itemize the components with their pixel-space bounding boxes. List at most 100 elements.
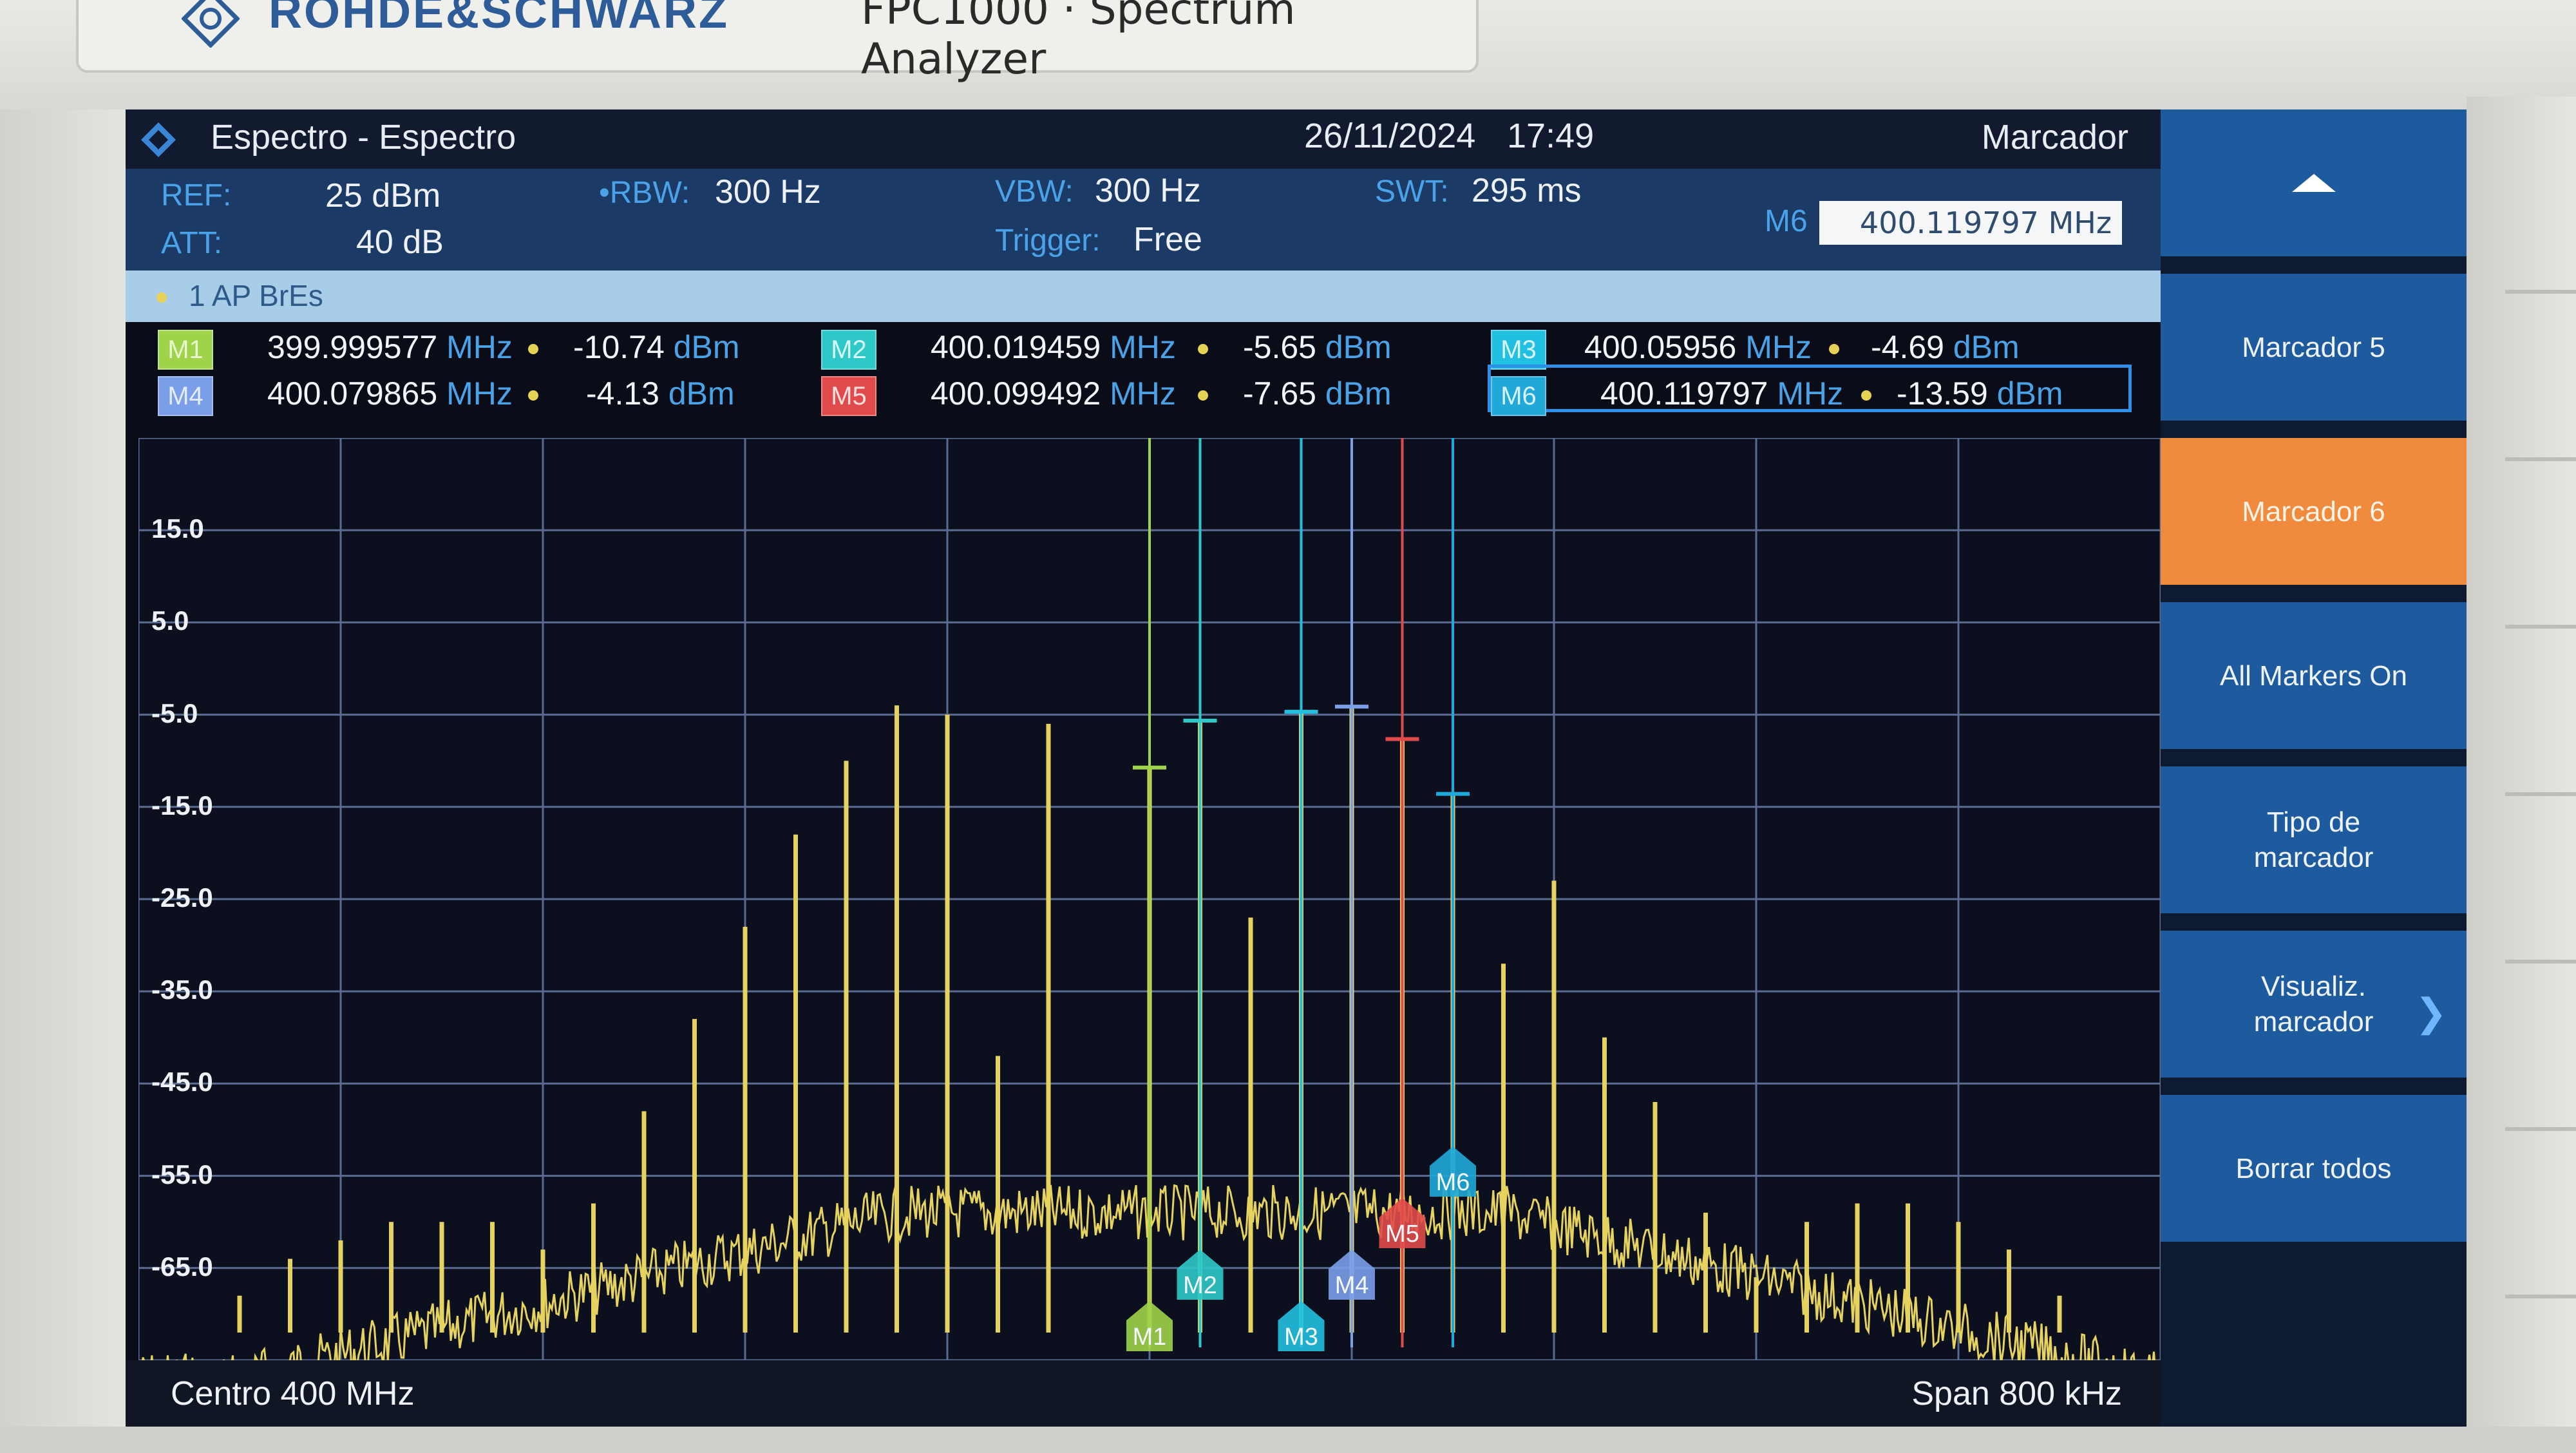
marker-level-value: -10.74 [573, 329, 665, 365]
bezel-ridge [2505, 625, 2576, 629]
marker-frequency: 400.019459 MHz [931, 328, 1176, 366]
level-unit: dBm [668, 375, 735, 412]
brand-plate: ROHDE&SCHWARZ FPC1000 · Spectrum Analyze… [76, 0, 1479, 84]
marker-level: -4.69 dBm [1871, 328, 2020, 366]
y-tick-label: -15.0 [151, 790, 213, 821]
marker-badge: M5 [821, 376, 876, 416]
marker-frequency: 400.05956 MHz [1584, 328, 1812, 366]
marker-table: M1 399.999577 MHz -10.74 dBm M2 400.0194… [126, 322, 2161, 425]
marker-badge: M4 [158, 376, 213, 416]
softkey-panel: Marcador 5 Marcador 6 All Markers On Tip… [2161, 109, 2467, 1427]
softkey-label: Tipo de marcador [2253, 806, 2374, 873]
marker-flag-label: M5 [1385, 1220, 1419, 1248]
frequency-unit: MHz [1110, 375, 1176, 412]
marker-frequency: 399.999577 MHz [267, 328, 513, 366]
sweep-time-value[interactable]: 295 ms [1472, 171, 1582, 210]
device-model: FPC1000 · Spectrum Analyzer [861, 0, 1296, 84]
ref-level-value[interactable]: 25 dBm [325, 176, 440, 215]
y-tick-label: -45.0 [151, 1067, 213, 1097]
marker-bullet [1861, 390, 1871, 401]
ref-label: REF: [161, 178, 232, 213]
y-tick-label: -55.0 [151, 1159, 213, 1190]
analyzer-screen: Espectro - Espectro 26/11/2024 17:49 Mar… [126, 109, 2467, 1427]
vbw-value[interactable]: 300 Hz [1095, 171, 1201, 210]
center-frequency-label[interactable]: Centro 400 MHz [171, 1374, 415, 1413]
marker-frequency-value: 400.119797 [1600, 375, 1768, 412]
marker-frequency-value: 400.05956 [1584, 329, 1737, 365]
marker-level-value: -7.65 [1243, 375, 1316, 412]
marker-frequency-input[interactable]: 400.119797 MHz [1819, 201, 2122, 245]
marker-flag-label: M4 [1335, 1272, 1369, 1299]
trigger-label: Trigger: [995, 223, 1101, 258]
marker-flag-label: M6 [1436, 1169, 1470, 1196]
rbw-value[interactable]: 300 Hz [715, 173, 821, 211]
chevron-up-icon [2291, 174, 2336, 192]
level-unit: dBm [1325, 375, 1392, 412]
bezel-ridge [2505, 1127, 2576, 1131]
y-tick-label: -5.0 [151, 698, 198, 728]
chevron-right-icon: ❯ [2414, 991, 2447, 1034]
trace-info-row: 1 AP BrEs [126, 271, 2161, 322]
trace-color-dot [156, 292, 167, 303]
marker-bullet [1198, 390, 1208, 401]
softkey-label: Visualiz. marcador [2253, 971, 2374, 1038]
softkey-all-markers-on[interactable]: All Markers On [2161, 602, 2467, 754]
instrument-bezel-left [0, 109, 126, 1453]
instrument-bezel-top: ROHDE&SCHWARZ FPC1000 · Spectrum Analyze… [0, 0, 2576, 109]
span-label[interactable]: Span 800 kHz [1911, 1374, 2122, 1413]
marker-level: -13.59 dBm [1897, 375, 2063, 412]
softkey-borrar-todos[interactable]: Borrar todos [2161, 1095, 2467, 1247]
marker-bullet [1198, 344, 1208, 354]
marker-frequency-value: 400.019459 [931, 329, 1101, 365]
marker-level-value: -4.69 [1871, 329, 1944, 365]
marker-frequency-value: 400.099492 [931, 375, 1101, 412]
marker-frequency-value: 399.999577 [267, 329, 438, 365]
bezel-ridge [2505, 290, 2576, 294]
y-tick-label: -35.0 [151, 974, 213, 1005]
level-unit: dBm [673, 329, 740, 365]
att-label: ATT: [161, 226, 223, 260]
softkey-label: Borrar todos [2235, 1152, 2392, 1184]
frequency-unit: MHz [1745, 329, 1812, 365]
marker-flag-label: M1 [1133, 1324, 1167, 1351]
y-tick-label: -65.0 [151, 1251, 213, 1282]
frequency-unit: MHz [1110, 329, 1176, 365]
attenuation-value[interactable]: 40 dB [356, 223, 444, 261]
spectrum-plot[interactable]: M1 M2 M3 M4 M5 M6 15.0 5.0 -5.0 -15.0 -25.0 -35.0 -… [138, 438, 2161, 1360]
instrument-bezel-right [2467, 97, 2576, 1453]
frequency-unit: MHz [446, 375, 513, 412]
level-unit: dBm [1953, 329, 2020, 365]
vbw-label: VBW: [995, 175, 1074, 209]
window-title: Espectro - Espectro [211, 118, 516, 157]
marker-level-value: -5.65 [1243, 329, 1316, 365]
measurement-parameters: REF: 25 dBm ATT: 40 dB •RBW: 300 Hz VBW:… [126, 169, 2161, 271]
marker-level: -5.65 dBm [1243, 328, 1392, 366]
date-display: 26/11/2024 [1304, 117, 1476, 155]
frequency-unit: MHz [446, 329, 513, 365]
marker-level: -10.74 dBm [573, 328, 740, 366]
plot-footer: Centro 400 MHz Span 800 kHz [126, 1360, 2161, 1427]
brand-name: ROHDE&SCHWARZ [269, 0, 729, 38]
marker-level: -4.13 dBm [586, 375, 735, 412]
softkey-marcador-6[interactable]: Marcador 6 [2161, 438, 2467, 590]
active-marker-label: M6 [1765, 204, 1808, 238]
level-unit: dBm [1996, 375, 2063, 412]
rbw-label: •RBW: [599, 176, 690, 210]
spectrum-trace-svg: M1 M2 M3 M4 M5 M6 [138, 438, 2161, 1360]
softkey-scroll-up[interactable] [2161, 109, 2467, 261]
marker-frequency: 400.119797 MHz [1600, 375, 1843, 412]
bezel-ridge [2505, 960, 2576, 964]
softkey-marcador-5[interactable]: Marcador 5 [2161, 274, 2467, 426]
trace-label: 1 AP BrEs [189, 279, 323, 312]
softkey-label: Marcador 5 [2242, 331, 2385, 363]
marker-flag-label: M3 [1284, 1324, 1318, 1351]
trigger-value[interactable]: Free [1133, 220, 1202, 259]
marker-bullet [528, 390, 538, 401]
marker-badge: M3 [1491, 330, 1546, 370]
y-tick-label: 5.0 [151, 605, 189, 636]
softkey-tipo-de-marcador[interactable]: Tipo de marcador [2161, 766, 2467, 918]
bezel-ridge [2505, 1295, 2576, 1298]
frequency-unit: MHz [1777, 375, 1844, 412]
softkey-visualiz-marcador[interactable]: Visualiz. marcador ❯ [2161, 931, 2467, 1083]
instrument-bezel-bottom [0, 1427, 2576, 1453]
